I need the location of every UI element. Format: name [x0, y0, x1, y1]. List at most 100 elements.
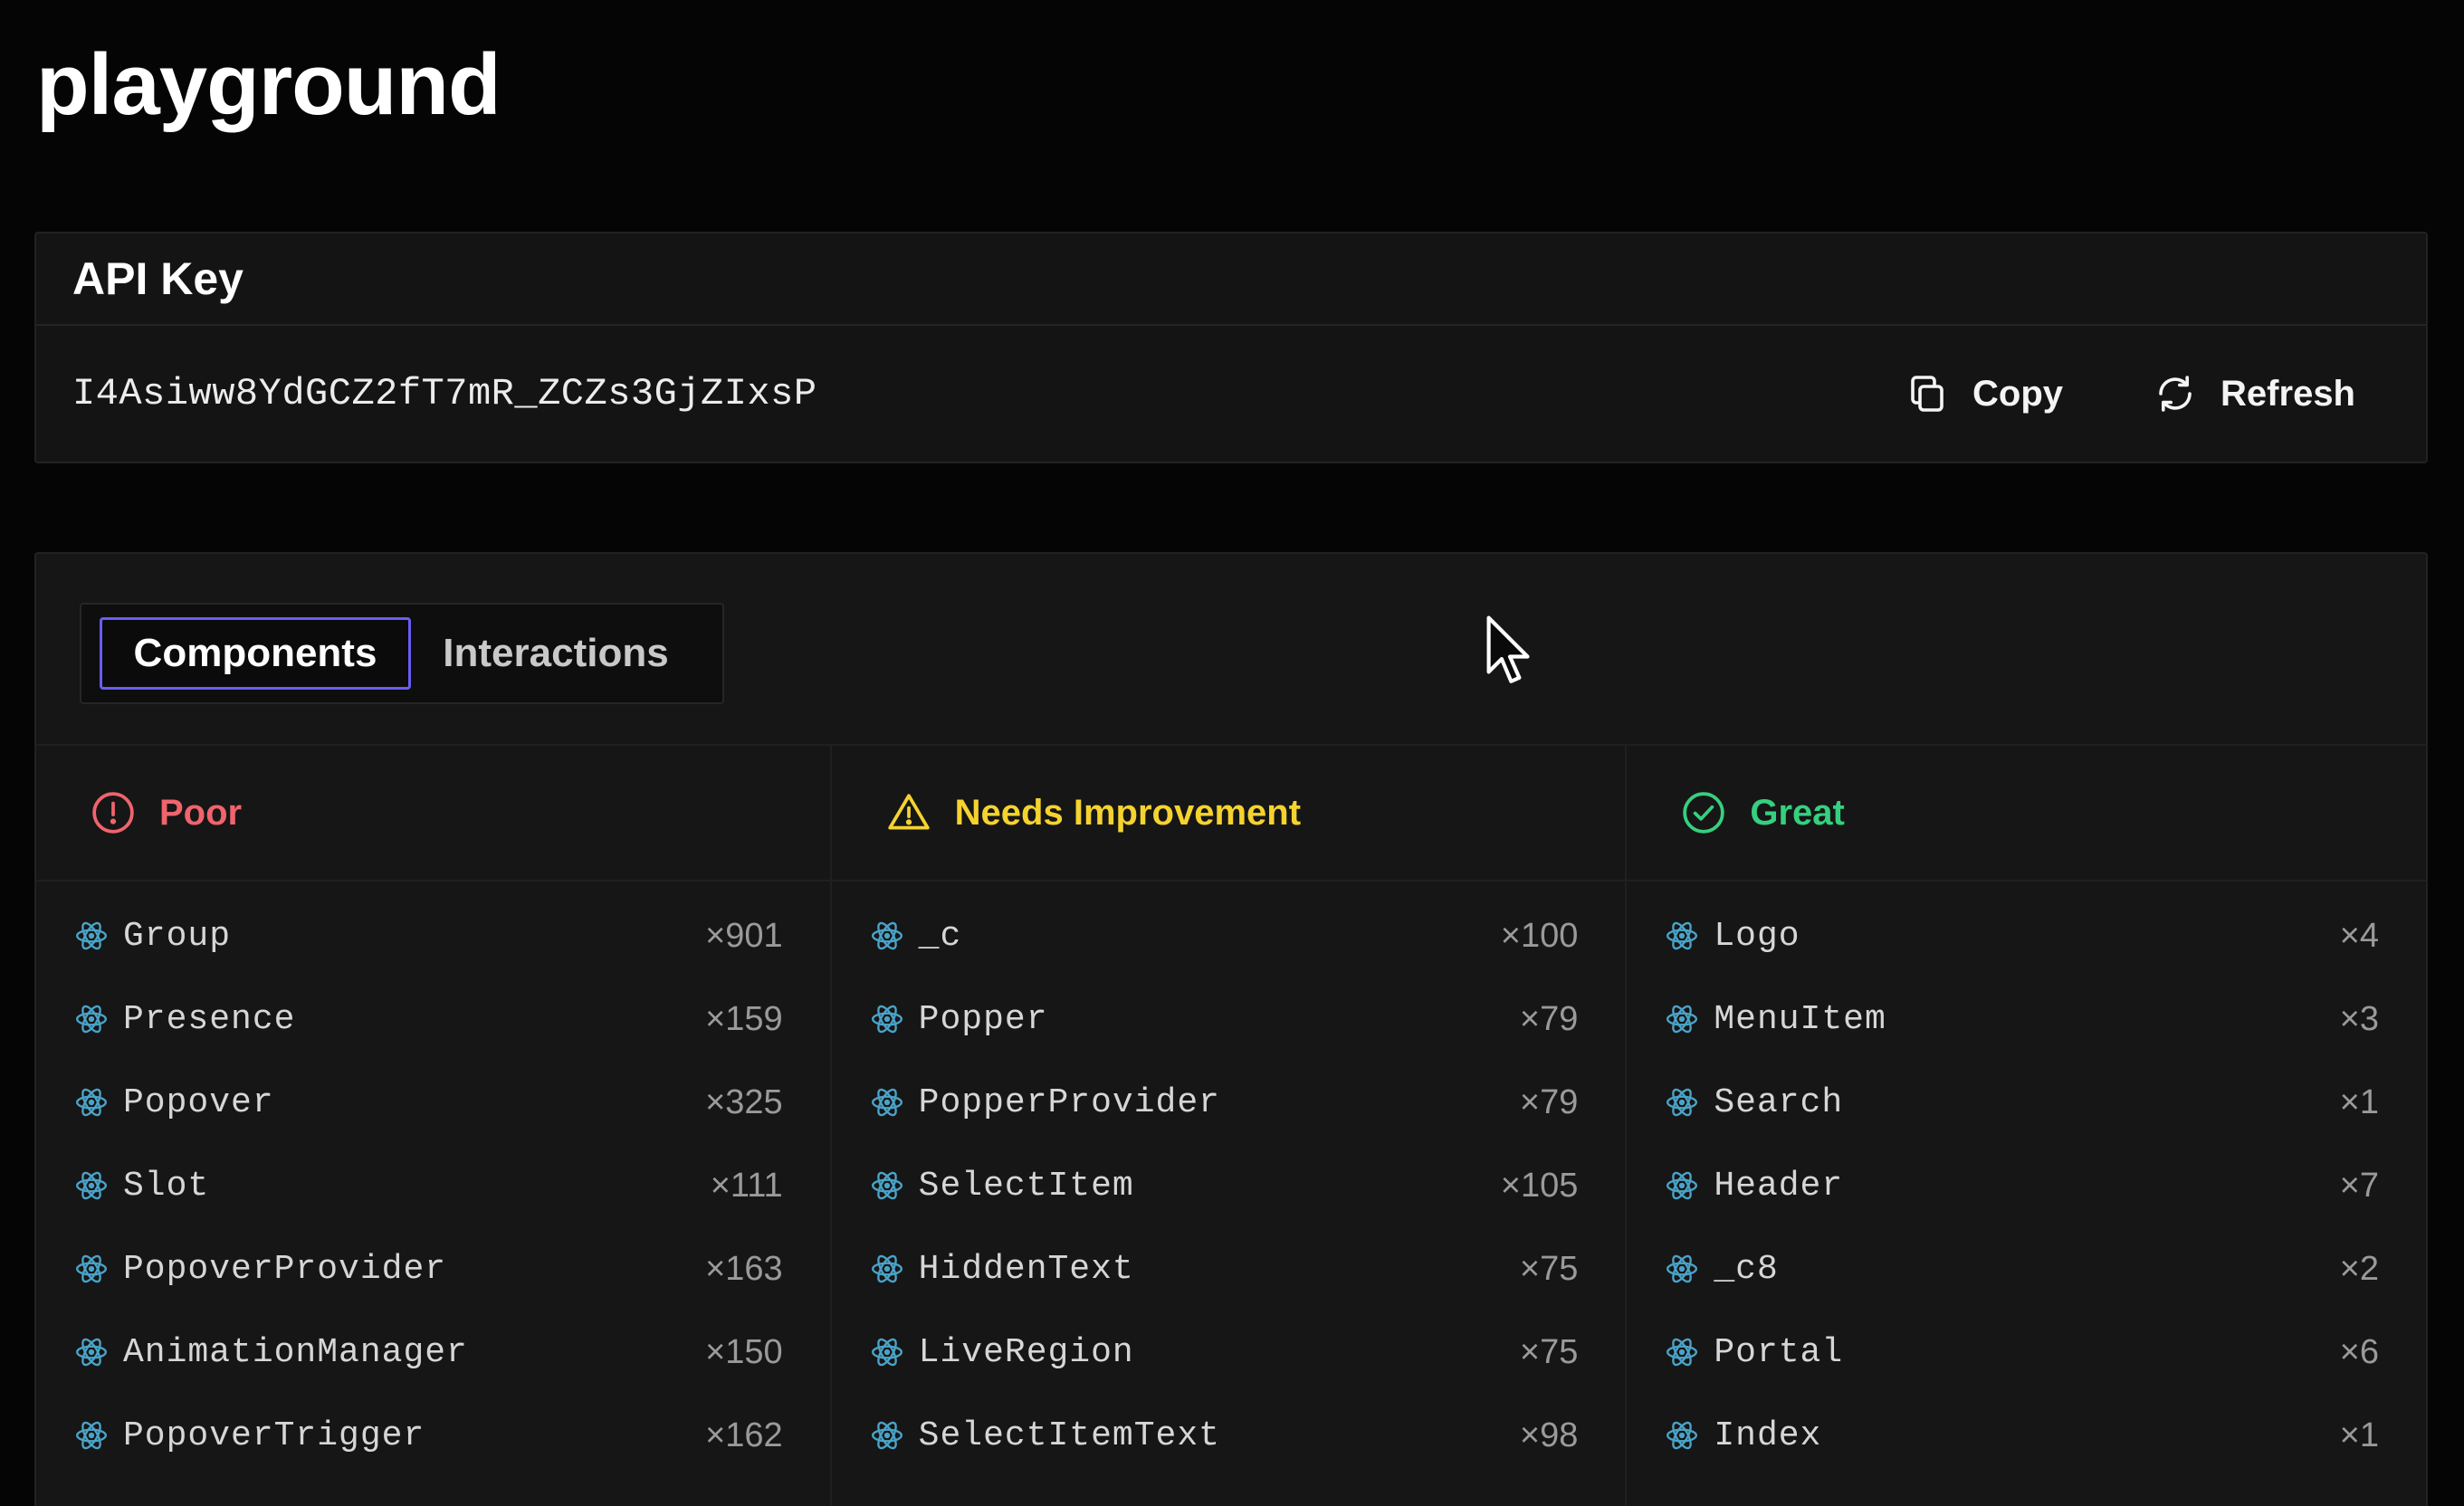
component-list-poor: Group ×901 Presence ×159 Popover ×325 Slot ×111… [36, 882, 830, 1477]
component-name: MenuItem [1714, 999, 1886, 1039]
render-count: ×1 [2339, 1082, 2379, 1121]
component-name: Logo [1714, 916, 1800, 956]
component-row[interactable]: Portal ×6 [1627, 1311, 2426, 1394]
column-title-poor: Poor [159, 792, 243, 833]
component-row[interactable]: SelectItemText ×98 [832, 1394, 1626, 1477]
components-panel: Components Interactions Poor Group ×901 Pr… [34, 552, 2428, 1506]
component-row[interactable]: Popover ×325 [36, 1061, 830, 1144]
column-great: Great Logo ×4 MenuItem ×3 Search ×1 Header ×7 _c… [1627, 746, 2426, 1506]
render-count: ×150 [705, 1332, 783, 1371]
react-component-icon [871, 1254, 903, 1283]
component-name: Header [1714, 1166, 1844, 1206]
react-component-icon [75, 1088, 108, 1117]
react-component-icon [871, 1171, 903, 1200]
component-row[interactable]: Header ×7 [1627, 1144, 2426, 1227]
component-name: Index [1714, 1415, 1822, 1455]
render-count: ×325 [705, 1082, 783, 1121]
column-header-needs-improvement: Needs Improvement [831, 746, 1626, 882]
render-count: ×75 [1519, 1249, 1579, 1288]
component-row[interactable]: AnimationManager ×150 [36, 1311, 830, 1394]
component-row[interactable]: _c8 ×2 [1627, 1227, 2426, 1311]
react-component-icon [871, 1338, 903, 1367]
warning-triangle-icon [887, 794, 930, 830]
react-component-icon [871, 1421, 903, 1450]
component-name: PopoverTrigger [123, 1415, 425, 1455]
react-component-icon [75, 1171, 108, 1200]
react-component-icon [75, 1421, 108, 1450]
component-name: _c8 [1714, 1249, 1779, 1289]
react-component-icon [871, 1005, 903, 1034]
tab-interactions[interactable]: Interactions [411, 617, 701, 690]
component-row[interactable]: LiveRegion ×75 [832, 1311, 1626, 1394]
render-count: ×4 [2339, 916, 2379, 955]
component-name: PopoverProvider [123, 1249, 447, 1289]
component-name: Portal [1714, 1332, 1844, 1372]
react-component-icon [1667, 1088, 1698, 1117]
tabs-row: Components Interactions [36, 554, 2426, 746]
api-key-card-header: API Key [36, 234, 2426, 326]
component-list-needs-improvement: _c ×100 Popper ×79 PopperProvider ×79 SelectIt… [832, 882, 1626, 1477]
component-row[interactable]: Presence ×159 [36, 977, 830, 1061]
component-name: Popover [123, 1082, 274, 1122]
react-component-icon [871, 921, 903, 950]
component-row[interactable]: Group ×901 [36, 894, 830, 977]
react-component-icon [1667, 1005, 1698, 1034]
component-name: Popper [918, 999, 1048, 1039]
copy-button[interactable]: Copy [1905, 372, 2063, 415]
component-row[interactable]: HiddenText ×75 [832, 1227, 1626, 1311]
column-needs-improvement: Needs Improvement _c ×100 Popper ×79 PopperP… [831, 746, 1628, 1506]
component-row[interactable]: Logo ×4 [1627, 894, 2426, 977]
component-row[interactable]: SelectItem ×105 [832, 1144, 1626, 1227]
copy-icon [1911, 376, 1944, 412]
react-component-icon [1667, 1338, 1698, 1367]
component-row[interactable]: PopoverTrigger ×162 [36, 1394, 830, 1477]
column-header-great: Great [1627, 746, 2426, 882]
component-name: _c [918, 916, 962, 956]
component-list-great: Logo ×4 MenuItem ×3 Search ×1 Header ×7 _c8 ×2 Por… [1627, 882, 2426, 1477]
component-row[interactable]: MenuItem ×3 [1627, 977, 2426, 1061]
react-component-icon [1667, 1421, 1698, 1450]
column-poor: Poor Group ×901 Presence ×159 Popover ×325 Slo… [36, 746, 832, 1506]
react-component-icon [1667, 1171, 1698, 1200]
component-name: PopperProvider [918, 1082, 1220, 1122]
component-row[interactable]: Search ×1 [1627, 1061, 2426, 1144]
render-count: ×105 [1500, 1166, 1579, 1205]
refresh-button[interactable]: Refresh [2154, 372, 2355, 415]
component-name: LiveRegion [918, 1332, 1134, 1372]
react-component-icon [75, 1005, 108, 1034]
react-component-icon [75, 1254, 108, 1283]
component-row[interactable]: Index ×1 [1627, 1394, 2426, 1477]
render-count: ×162 [705, 1415, 783, 1454]
render-count: ×111 [710, 1166, 783, 1205]
component-name: SelectItemText [918, 1415, 1220, 1455]
api-key-card-body: I4Asiww8YdGCZ2fT7mR_ZCZs3GjZIxsP Copy Re… [36, 326, 2426, 462]
render-count: ×163 [705, 1249, 783, 1288]
react-component-icon [75, 921, 108, 950]
refresh-icon [2159, 376, 2192, 412]
check-circle-icon [1683, 792, 1725, 834]
component-row[interactable]: PopperProvider ×79 [832, 1061, 1626, 1144]
api-key-value[interactable]: I4Asiww8YdGCZ2fT7mR_ZCZs3GjZIxsP [72, 372, 1905, 415]
render-count: ×6 [2339, 1332, 2379, 1371]
component-name: Search [1714, 1082, 1844, 1122]
component-row[interactable]: Popper ×79 [832, 977, 1626, 1061]
mouse-cursor-icon [1486, 615, 1530, 683]
api-key-card: API Key I4Asiww8YdGCZ2fT7mR_ZCZs3GjZIxsP… [34, 232, 2428, 463]
component-row[interactable]: _c ×100 [832, 894, 1626, 977]
render-count: ×79 [1519, 999, 1579, 1038]
tab-components[interactable]: Components [100, 617, 411, 690]
react-component-icon [1667, 1254, 1698, 1283]
render-count: ×7 [2339, 1166, 2379, 1205]
page-title: playground [36, 36, 501, 133]
render-count: ×159 [705, 999, 783, 1038]
rating-columns: Poor Group ×901 Presence ×159 Popover ×325 Slo… [36, 746, 2426, 1506]
playground-page: playground API Key I4Asiww8YdGCZ2fT7mR_Z… [0, 0, 2464, 1506]
component-name: SelectItem [918, 1166, 1134, 1206]
tab-list: Components Interactions [80, 603, 724, 704]
component-name: Slot [123, 1166, 210, 1206]
api-key-title: API Key [72, 253, 244, 304]
component-row[interactable]: PopoverProvider ×163 [36, 1227, 830, 1311]
render-count: ×100 [1500, 916, 1579, 955]
component-row[interactable]: Slot ×111 [36, 1144, 830, 1227]
render-count: ×98 [1519, 1415, 1579, 1454]
